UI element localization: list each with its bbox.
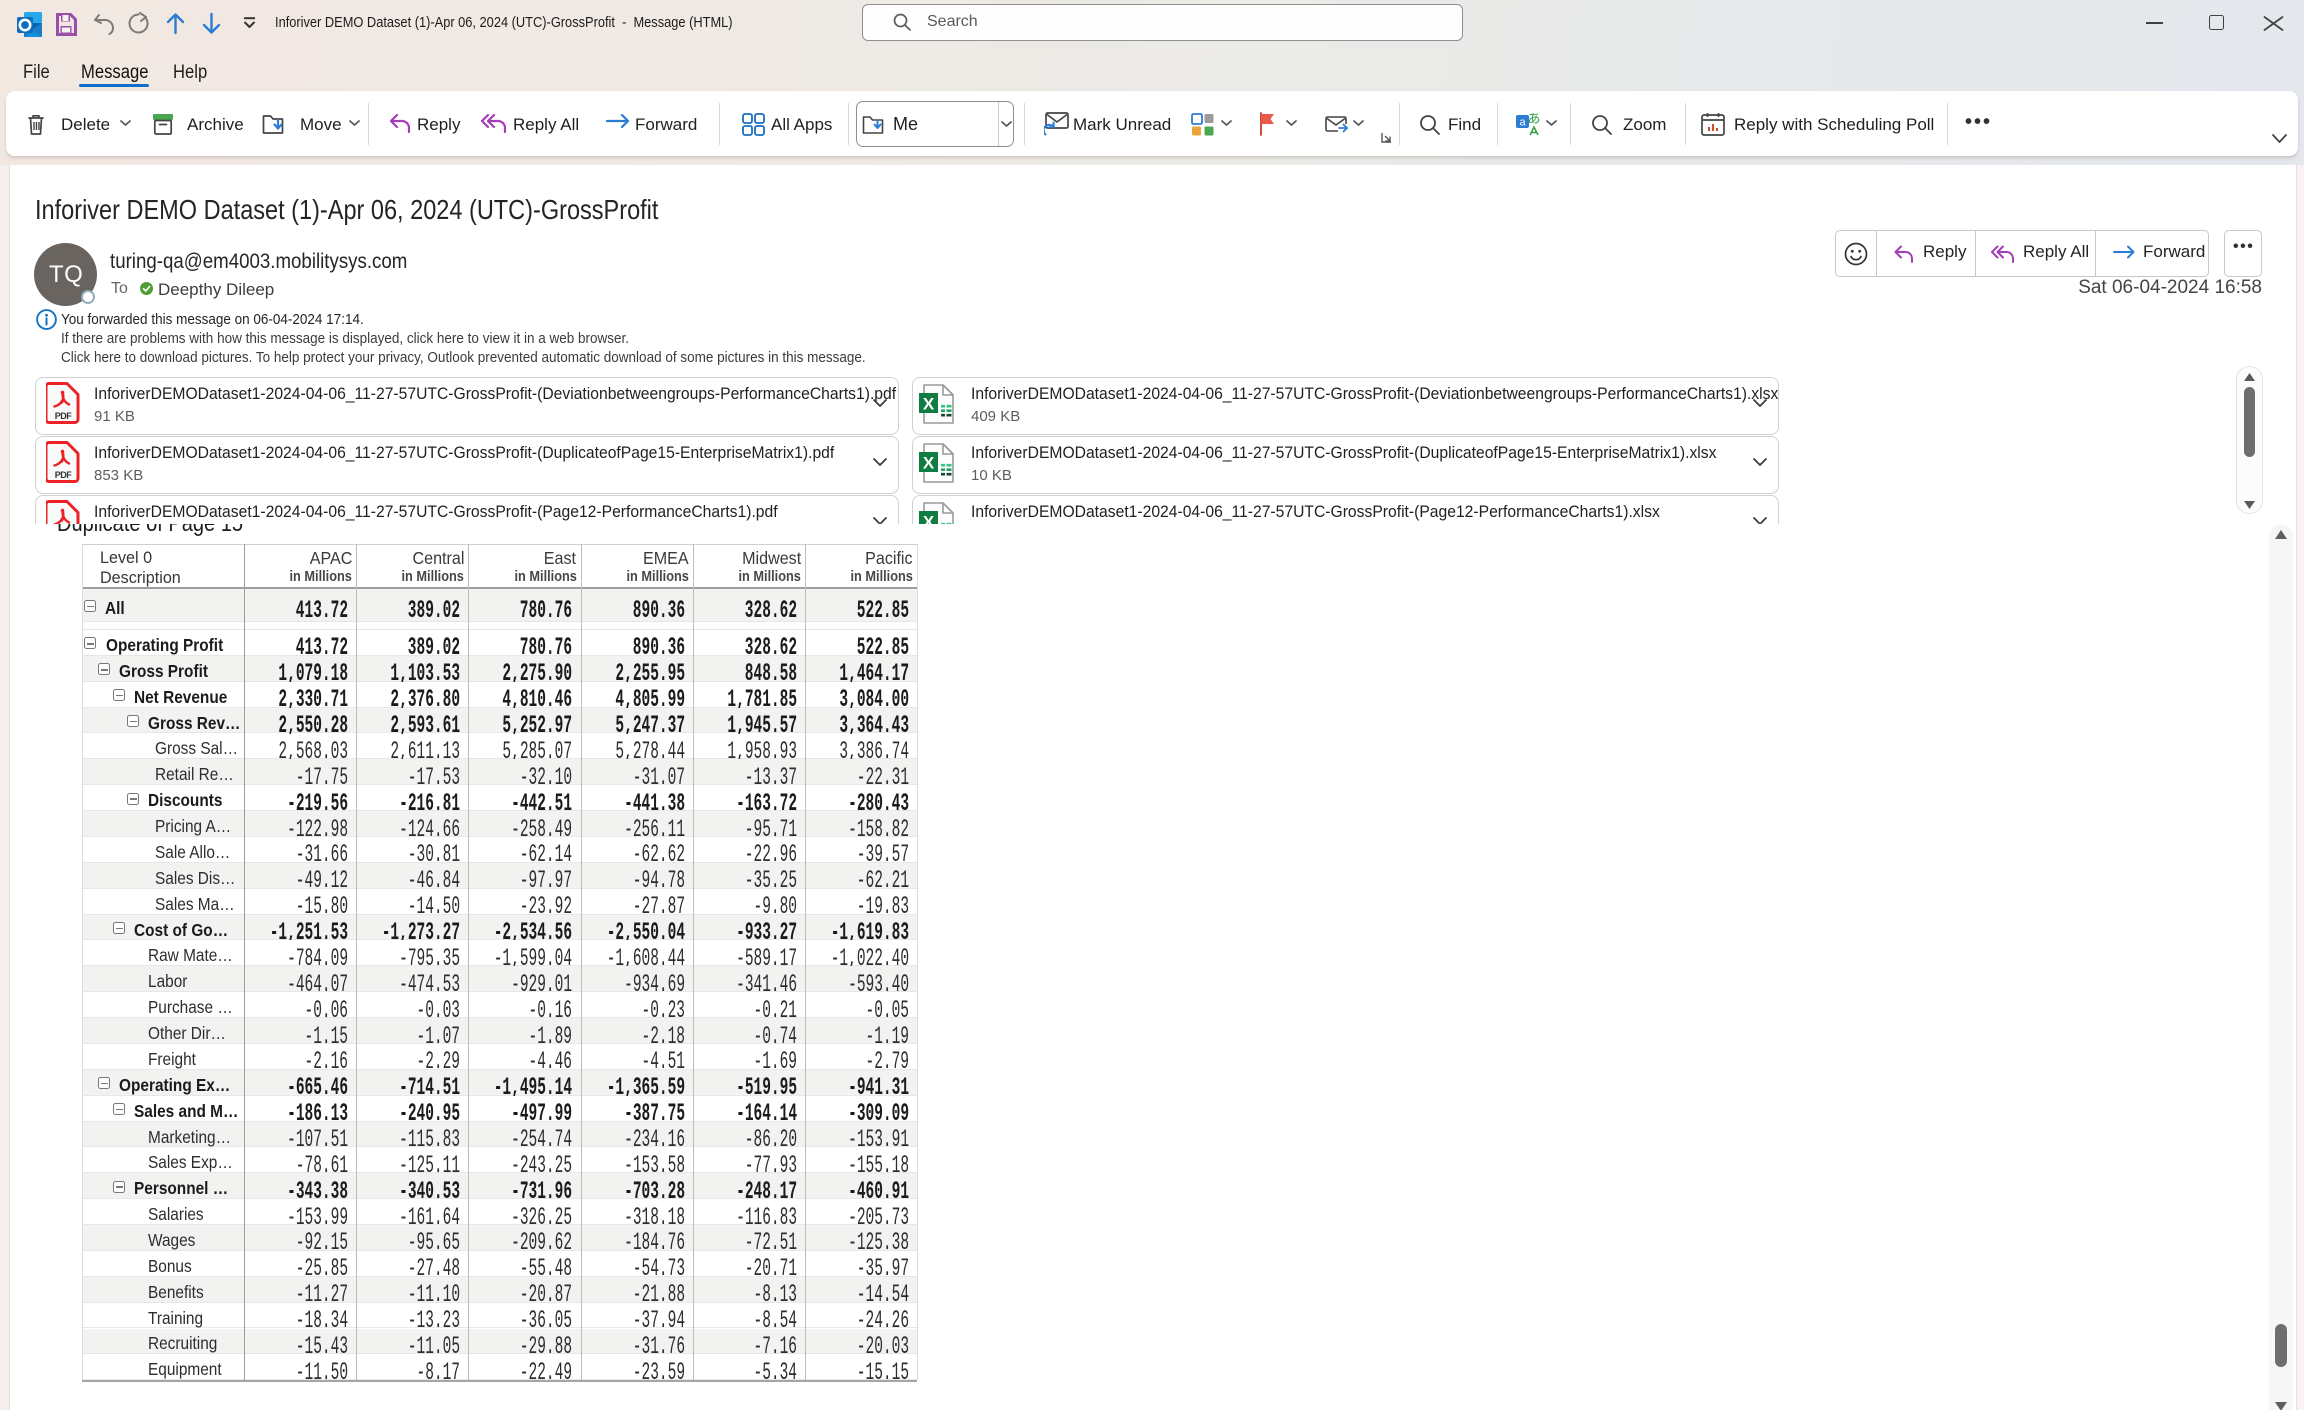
svg-text:PDF: PDF [55, 411, 73, 421]
svg-text:X: X [923, 513, 935, 525]
svg-text:PDF: PDF [55, 470, 73, 480]
svg-text:X: X [923, 395, 935, 414]
svg-text:a: a [1519, 117, 1526, 129]
svg-text:あ: あ [1527, 113, 1540, 126]
svg-text:X: X [923, 454, 935, 473]
